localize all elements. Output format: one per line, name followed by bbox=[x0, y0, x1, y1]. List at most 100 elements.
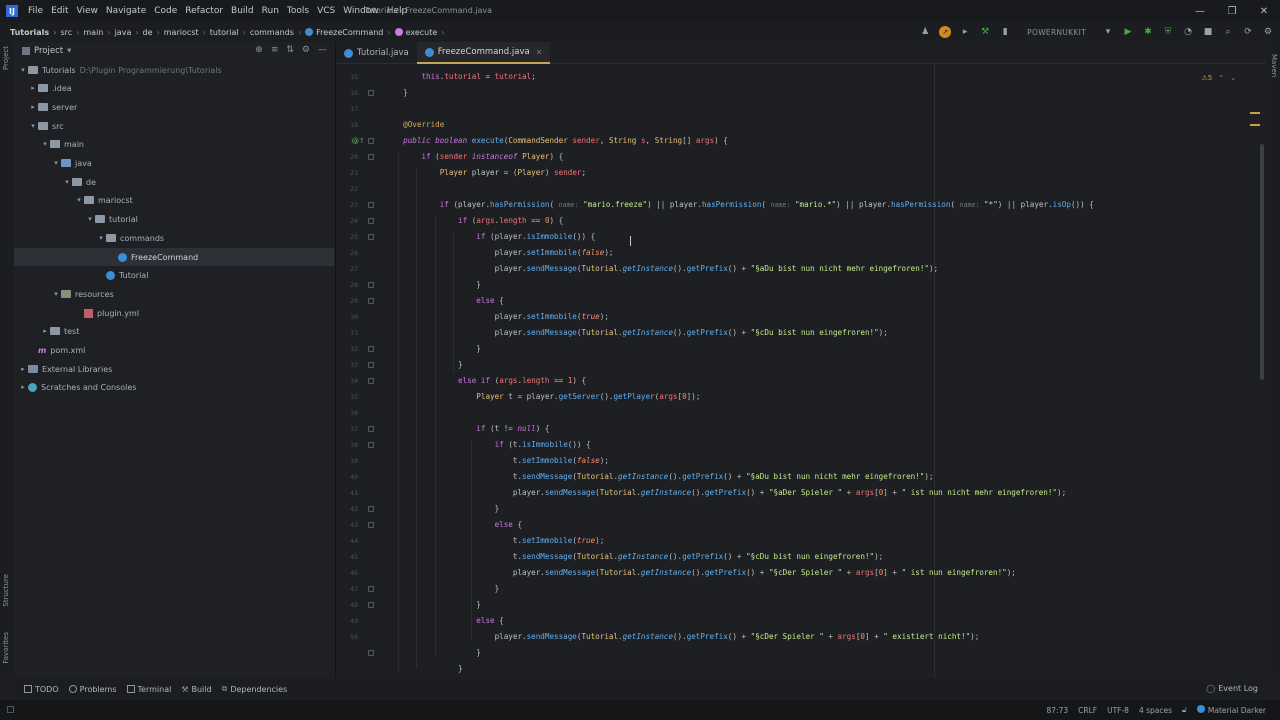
menu-code[interactable]: Code bbox=[150, 6, 181, 16]
chevron-icon[interactable]: ▸ bbox=[28, 84, 38, 92]
chevron-down-icon[interactable]: ▾ bbox=[1102, 26, 1114, 38]
gear-icon[interactable]: ⚙ bbox=[302, 45, 310, 55]
hide-panel-icon[interactable]: — bbox=[318, 45, 327, 55]
breadcrumb-method[interactable]: execute › bbox=[394, 28, 449, 37]
breadcrumb-src[interactable]: src › bbox=[60, 28, 83, 37]
chevron-icon[interactable]: ▾ bbox=[18, 66, 28, 74]
tree-item-idea[interactable]: ▸ .idea bbox=[28, 79, 71, 97]
tree-item-main[interactable]: ▾ main bbox=[40, 135, 84, 153]
fold-marker-icon[interactable] bbox=[368, 442, 374, 448]
sync-arrow-icon[interactable]: ▸ bbox=[959, 26, 971, 38]
tree-item-mariocst[interactable]: ▾ mariocst bbox=[74, 191, 133, 209]
favorites-tool-button[interactable]: Favorites bbox=[2, 632, 10, 664]
tree-item-de[interactable]: ▾ de bbox=[62, 173, 96, 191]
profile-icon[interactable]: ◔ bbox=[1182, 26, 1194, 38]
fold-marker-icon[interactable] bbox=[368, 202, 374, 208]
maximize-button[interactable]: ❐ bbox=[1216, 0, 1248, 22]
tree-item-freezecommand[interactable]: FreezeCommand bbox=[14, 248, 334, 266]
indent-setting[interactable]: 4 spaces bbox=[1139, 706, 1172, 715]
fold-marker-icon[interactable] bbox=[368, 138, 374, 144]
chevron-icon[interactable]: ▾ bbox=[85, 215, 95, 223]
warning-count[interactable]: ⚠5 bbox=[1202, 74, 1213, 82]
tree-item-commands[interactable]: ▾ commands bbox=[96, 229, 164, 247]
caret-position[interactable]: 87:73 bbox=[1047, 706, 1069, 715]
close-button[interactable]: ✕ bbox=[1248, 0, 1280, 22]
chevron-icon[interactable]: ▾ bbox=[74, 196, 84, 204]
fold-marker-icon[interactable] bbox=[368, 154, 374, 160]
tree-item-plugin-yml[interactable]: plugin.yml bbox=[74, 304, 139, 322]
chevron-up-icon[interactable]: ⌃ bbox=[1218, 74, 1224, 82]
breadcrumb-class[interactable]: FreezeCommand › bbox=[305, 28, 394, 37]
tree-item-java[interactable]: ▾ java bbox=[51, 154, 92, 172]
fold-marker-icon[interactable] bbox=[368, 426, 374, 432]
chevron-icon[interactable]: ▾ bbox=[51, 159, 61, 167]
inspection-widget[interactable]: ⚠5 ⌃ ⌄ bbox=[1202, 74, 1236, 82]
breadcrumb-tutorial[interactable]: tutorial › bbox=[210, 28, 250, 37]
menu-view[interactable]: View bbox=[73, 6, 102, 16]
chevron-icon[interactable]: ▸ bbox=[18, 365, 28, 373]
chevron-icon[interactable]: ▸ bbox=[40, 327, 50, 335]
chevron-icon[interactable]: ▸ bbox=[28, 103, 38, 111]
stop-icon[interactable]: ■ bbox=[1202, 26, 1214, 38]
tree-item-test[interactable]: ▸ test bbox=[40, 322, 79, 340]
chevron-down-icon[interactable]: ▾ bbox=[67, 46, 71, 56]
fold-marker-icon[interactable] bbox=[368, 218, 374, 224]
lock-icon[interactable]: 🔓︎ bbox=[1182, 705, 1187, 715]
fold-marker-icon[interactable] bbox=[368, 362, 374, 368]
vcs-update-icon[interactable]: ↗ bbox=[939, 26, 952, 38]
fold-marker-icon[interactable] bbox=[368, 650, 374, 656]
breadcrumb-commands[interactable]: commands › bbox=[250, 28, 305, 37]
terminal-tool-button[interactable]: Terminal bbox=[126, 685, 171, 694]
breadcrumb-project[interactable]: Tutorials › bbox=[10, 28, 60, 37]
tab-freezecommand-java[interactable]: FreezeCommand.java ✕ bbox=[416, 42, 551, 64]
project-tool-button[interactable]: Project bbox=[2, 46, 10, 70]
line-separator[interactable]: CRLF bbox=[1078, 706, 1097, 715]
tree-item-tutorial[interactable]: ▾ tutorial bbox=[85, 210, 138, 228]
tree-item-tutorial-class[interactable]: Tutorial bbox=[96, 266, 148, 284]
tab-tutorial-java[interactable]: Tutorial.java bbox=[336, 42, 417, 64]
search-icon[interactable]: ⌕ bbox=[1222, 26, 1234, 38]
chevron-icon[interactable]: ▾ bbox=[28, 122, 38, 130]
menu-refactor[interactable]: Refactor bbox=[181, 6, 227, 16]
editor-scrollbar[interactable] bbox=[1260, 144, 1264, 380]
chevron-down-icon[interactable]: ⌄ bbox=[1230, 74, 1236, 82]
chevron-icon[interactable]: ▾ bbox=[40, 140, 50, 148]
fold-marker-icon[interactable] bbox=[368, 298, 374, 304]
collapse-all-icon[interactable]: ⇅ bbox=[286, 45, 294, 55]
chevron-icon[interactable]: ▾ bbox=[62, 178, 72, 186]
debug-icon[interactable]: ✱ bbox=[1142, 26, 1154, 38]
menu-edit[interactable]: Edit bbox=[47, 6, 72, 16]
file-encoding[interactable]: UTF-8 bbox=[1107, 706, 1129, 715]
chevron-icon[interactable]: ▾ bbox=[51, 290, 61, 298]
fold-marker-icon[interactable] bbox=[368, 378, 374, 384]
fold-marker-icon[interactable] bbox=[368, 234, 374, 240]
theme-indicator[interactable]: Material Darker bbox=[1196, 705, 1266, 715]
breadcrumb-java[interactable]: java › bbox=[115, 28, 143, 37]
menu-run[interactable]: Run bbox=[258, 6, 283, 16]
tree-item-tutorials[interactable]: ▾ Tutorials D:\Plugin Programmierung\Tut… bbox=[18, 61, 221, 79]
tree-item-pom-xml[interactable]: m pom.xml bbox=[28, 341, 85, 359]
tree-item-resources[interactable]: ▾ resources bbox=[51, 285, 114, 303]
minimize-button[interactable]: — bbox=[1184, 0, 1216, 22]
add-user-icon[interactable]: ♟ bbox=[919, 26, 931, 38]
build-tool-button[interactable]: ⚒ Build bbox=[181, 685, 211, 694]
ide-update-icon[interactable]: ⟳ bbox=[1242, 26, 1254, 38]
structure-tool-button[interactable]: Structure bbox=[2, 574, 10, 607]
locate-file-icon[interactable]: ⊕ bbox=[255, 45, 263, 55]
chevron-icon[interactable]: ▾ bbox=[96, 234, 106, 242]
menu-build[interactable]: Build bbox=[227, 6, 258, 16]
run-configuration-select[interactable]: POWERNUKKIT bbox=[1019, 28, 1094, 37]
menu-vcs[interactable]: VCS bbox=[313, 6, 339, 16]
expand-all-icon[interactable]: ≡ bbox=[271, 45, 279, 55]
tree-item-server[interactable]: ▸ server bbox=[28, 98, 77, 116]
fold-marker-icon[interactable] bbox=[368, 586, 374, 592]
settings-icon[interactable]: ⚙ bbox=[1262, 26, 1274, 38]
coverage-icon[interactable]: ⛨ bbox=[1162, 26, 1174, 38]
maven-tool-button[interactable]: Maven bbox=[1270, 54, 1278, 77]
breadcrumb-de[interactable]: de › bbox=[143, 28, 164, 37]
fold-marker-icon[interactable] bbox=[368, 602, 374, 608]
fold-marker-icon[interactable] bbox=[368, 522, 374, 528]
menu-tools[interactable]: Tools bbox=[283, 6, 313, 16]
chevron-icon[interactable]: ▸ bbox=[18, 383, 28, 391]
build-hammer-icon[interactable]: ⚒ bbox=[979, 26, 991, 38]
